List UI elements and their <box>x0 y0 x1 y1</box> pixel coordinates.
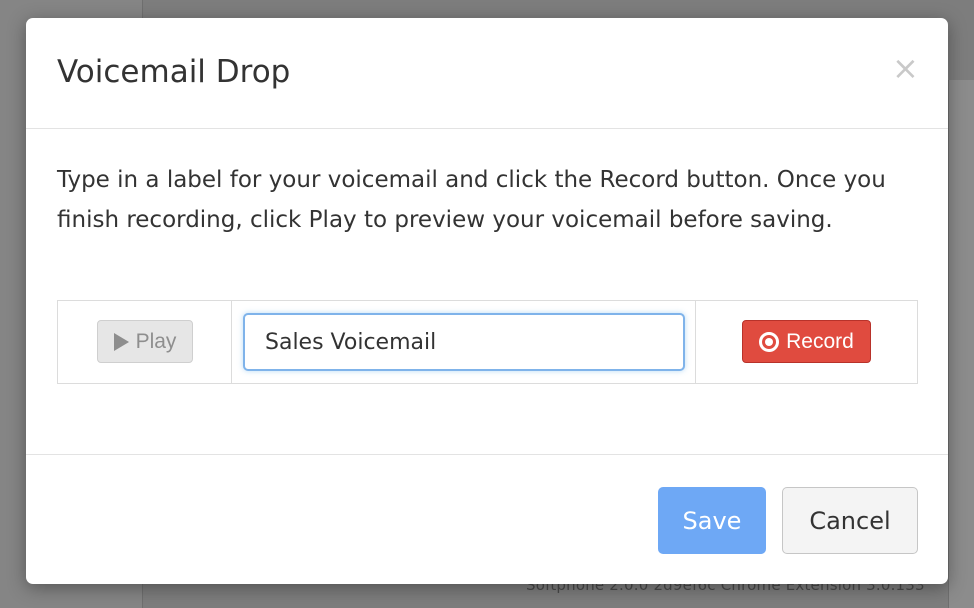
record-icon <box>759 331 780 352</box>
save-button[interactable]: Save <box>658 487 766 554</box>
record-cell: Record <box>696 301 917 383</box>
voicemail-drop-modal: Voicemail Drop × Type in a label for you… <box>26 18 948 584</box>
record-button-label: Record <box>786 329 854 353</box>
voicemail-label-input[interactable] <box>243 313 685 371</box>
play-icon <box>113 332 129 351</box>
recording-row: Play Record <box>57 300 918 384</box>
play-button[interactable]: Play <box>97 320 193 363</box>
modal-footer: Save Cancel <box>26 454 948 584</box>
record-button[interactable]: Record <box>742 320 871 363</box>
play-button-label: Play <box>135 329 177 353</box>
cancel-button[interactable]: Cancel <box>782 487 918 554</box>
background-right-panel <box>948 80 974 608</box>
label-input-cell <box>232 301 696 383</box>
instructions-text: Type in a label for your voicemail and c… <box>57 167 886 233</box>
modal-title: Voicemail Drop <box>57 54 291 90</box>
modal-body: Type in a label for your voicemail and c… <box>26 130 948 454</box>
close-icon[interactable]: × <box>892 52 919 84</box>
modal-header: Voicemail Drop × <box>26 18 948 129</box>
play-cell: Play <box>58 301 232 383</box>
